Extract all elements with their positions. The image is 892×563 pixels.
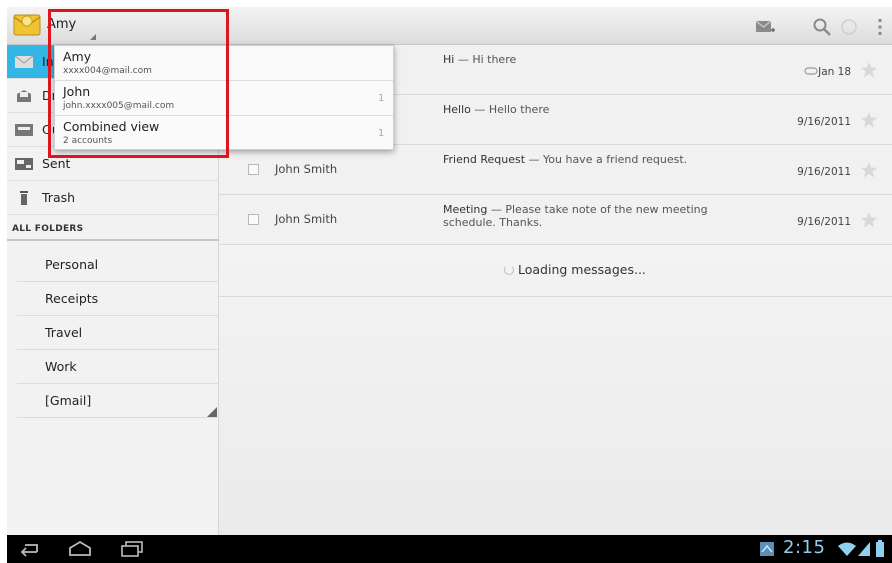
refresh-icon[interactable] [838,16,860,38]
folder-label: Personal [45,257,99,272]
home-icon[interactable] [67,540,93,558]
message-sender: John Smith [275,212,338,226]
battery-icon [876,540,884,557]
inbox-icon [15,55,33,68]
compose-icon[interactable] [754,16,776,38]
nav-item-label: Trash [42,190,76,205]
account-email: xxxx004@mail.com [63,66,152,76]
sent-icon [15,158,33,170]
search-icon[interactable] [811,16,833,38]
snippet-text: Hi there [472,53,517,66]
folder-label: Work [45,359,77,374]
message-checkbox[interactable] [248,214,259,225]
clock: 2:15 [783,537,826,558]
subject-text: Hello [443,103,471,116]
spinner-triangle-icon [90,34,96,40]
nav-item-trash[interactable]: Trash [7,181,219,215]
folders-header: ALL FOLDERS [7,221,219,241]
message-subject: Meeting — Please take note of the new me… [443,203,708,229]
folder-gmail[interactable]: [Gmail] [17,384,219,418]
app-logo-icon[interactable] [13,11,41,39]
overflow-menu-icon[interactable] [869,16,891,38]
message-checkbox[interactable] [248,164,259,175]
recent-apps-icon[interactable] [119,540,145,558]
message-sender: John Smith [275,162,338,176]
folder-label: Receipts [45,291,99,306]
notification-icon[interactable] [755,540,781,558]
account-dropdown: Amy xxxx004@mail.com John john.xxxx005@m… [54,45,394,150]
message-subject: Hello — Hello there [443,103,550,116]
system-bar: 2:15 [7,535,892,563]
folders-header-label: ALL FOLDERS [12,224,84,234]
account-item-john[interactable]: John john.xxxx005@mail.com 1 [55,81,393,116]
folder-personal[interactable]: Personal [17,248,219,282]
folder-label: Travel [45,325,83,340]
message-subject: Friend Request — You have a friend reque… [443,153,688,166]
snippet-text: You have a friend request. [543,153,688,166]
snippet-text: Hello there [488,103,550,116]
drafts-icon [17,90,31,102]
folder-receipts[interactable]: Receipts [17,282,219,316]
account-spinner[interactable]: Amy [47,7,237,45]
subject-text: Hi [443,53,455,66]
screen: Amy Inbox Drafts [7,7,892,563]
folder-work[interactable]: Work [17,350,219,384]
subject-text: Friend Request [443,153,526,166]
message-row[interactable]: John Smith Meeting — Please take note of… [219,195,892,245]
unread-count: 1 [378,93,385,104]
account-name: Amy [47,17,77,32]
message-date: 9/16/2011 [797,216,851,228]
outbox-icon [15,124,33,136]
account-title: Amy [63,49,92,64]
star-icon[interactable] [860,111,878,129]
loading-text: Loading messages... [518,262,646,277]
account-email: john.xxxx005@mail.com [63,101,175,111]
message-date: 9/16/2011 [797,166,851,178]
subject-text: Meeting [443,203,488,216]
message-date: Jan 18 [818,66,851,78]
star-icon[interactable] [860,161,878,179]
expand-triangle-icon[interactable] [207,407,217,417]
account-item-amy[interactable]: Amy xxxx004@mail.com [55,46,393,81]
account-title: Combined view [63,119,160,134]
message-date: 9/16/2011 [797,116,851,128]
wifi-icon [838,542,856,556]
message-subject: Hi — Hi there [443,53,517,66]
loading-row: Loading messages... [219,246,892,297]
star-icon[interactable] [860,61,878,79]
nav-item-label: Sent [42,156,71,171]
trash-icon [20,191,28,205]
folder-label: [Gmail] [45,393,92,408]
star-icon[interactable] [860,211,878,229]
loading-spinner-icon [504,265,514,275]
back-icon[interactable] [17,540,43,558]
action-bar: Amy [7,7,892,45]
account-item-combined-view[interactable]: Combined view 2 accounts 1 [55,116,393,151]
unread-count: 1 [378,128,385,139]
signal-icon [858,542,870,556]
account-title: John [63,84,91,99]
folder-travel[interactable]: Travel [17,316,219,350]
message-row[interactable]: John Smith Friend Request — You have a f… [219,145,892,195]
account-subtitle: 2 accounts [63,136,113,146]
nav-item-sent[interactable]: Sent [7,147,219,181]
